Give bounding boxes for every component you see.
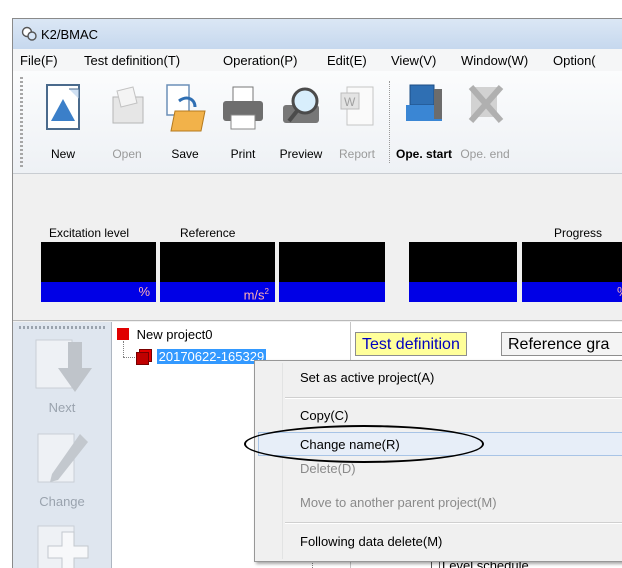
title-bar[interactable]: K2/BMAC (13, 19, 622, 49)
indicator-unit-4 (409, 282, 517, 302)
menu-test-definition[interactable]: Test definition(T) (84, 53, 180, 68)
test-file-icon (136, 349, 152, 365)
menu-item-set-active-project[interactable]: Set as active project(A) (255, 366, 622, 390)
menu-option[interactable]: Option( (553, 53, 596, 68)
change-button[interactable]: Change (19, 430, 105, 509)
indicator-strip: Excitation level Reference Progress % m/… (13, 174, 622, 321)
menu-window[interactable]: Window(W) (461, 53, 528, 68)
tree-child-label: 20170622-165329 (156, 349, 267, 364)
indicator-display-3 (279, 242, 385, 282)
menu-item-move-to-parent[interactable]: Move to another parent project(M) (255, 491, 622, 515)
window-title: K2/BMAC (41, 27, 99, 42)
next-label: Next (48, 400, 76, 415)
progress-display (522, 242, 622, 282)
menu-item-following-data-delete[interactable]: Following data delete(M) (255, 530, 622, 554)
tab-reference-graph[interactable]: Reference gra (501, 332, 622, 356)
preview-label: Preview (279, 147, 323, 161)
tree-root-node[interactable]: New project0 (117, 327, 213, 342)
preview-button[interactable]: Preview (273, 77, 329, 169)
toolbar-grip[interactable] (20, 77, 23, 167)
next-button[interactable]: Next (19, 336, 105, 415)
save-icon (166, 84, 206, 132)
reference-display (160, 242, 275, 282)
report-label: Report (338, 147, 376, 161)
menu-view[interactable]: View(V) (391, 53, 436, 68)
tree-connector-h (123, 357, 135, 358)
save-label: Save (171, 147, 199, 161)
operation-start-label: Ope. start (396, 147, 453, 161)
pencil-icon (37, 433, 88, 483)
operation-start-button[interactable]: Ope. start (396, 77, 452, 169)
open-button[interactable]: Open (99, 77, 155, 169)
report-icon: W (340, 86, 374, 126)
tree-child-node[interactable]: 20170622-165329 (136, 349, 267, 365)
excitation-level-display (41, 242, 156, 282)
menu-file[interactable]: File(F) (20, 53, 58, 68)
save-button[interactable]: Save (157, 77, 213, 169)
side-panel: Next Change (13, 322, 112, 568)
indicator-display-4 (409, 242, 517, 282)
progress-label: Progress (554, 226, 603, 240)
indicator-unit-3 (279, 282, 385, 302)
menu-bar: File(F) Test definition(T) Operation(P) … (13, 49, 622, 72)
tree-root-label: New project0 (136, 327, 213, 342)
reference-unit: m/s2 (160, 282, 275, 302)
next-arrow-icon (35, 339, 92, 392)
tab-test-definition[interactable]: Test definition (355, 332, 467, 356)
progress-unit: % (522, 282, 622, 302)
open-label: Open (112, 147, 142, 161)
operation-start-icon (406, 84, 442, 121)
new-icon (46, 84, 80, 130)
context-menu-separator (285, 397, 622, 399)
print-icon (223, 86, 263, 130)
open-icon (112, 86, 144, 124)
report-button[interactable]: W Report (329, 77, 385, 169)
menu-item-copy[interactable]: Copy(C) (255, 404, 622, 428)
excitation-level-unit: % (41, 282, 156, 302)
add-button[interactable] (19, 522, 105, 568)
excitation-level-label: Excitation level (49, 226, 130, 240)
context-menu: Set as active project(A) Copy(C) Change … (254, 360, 622, 562)
preview-icon (283, 87, 319, 123)
operation-end-button[interactable]: Ope. end (457, 77, 513, 169)
highlight-ellipse (244, 425, 484, 463)
menu-edit[interactable]: Edit(E) (327, 53, 367, 68)
tree-connector (123, 341, 124, 357)
new-label: New (50, 147, 75, 161)
plus-icon (37, 525, 89, 568)
menu-operation[interactable]: Operation(P) (223, 53, 297, 68)
reference-label: Reference (180, 226, 236, 240)
print-button[interactable]: Print (215, 77, 271, 169)
print-label: Print (230, 147, 256, 161)
new-button[interactable]: New (35, 77, 91, 169)
operation-end-label: Ope. end (460, 147, 510, 161)
app-icon (21, 26, 37, 41)
project-folder-icon (117, 328, 129, 340)
svg-text:W: W (344, 95, 356, 109)
operation-end-icon (468, 85, 504, 123)
toolbar-separator (389, 81, 391, 163)
side-panel-grip[interactable] (19, 326, 105, 329)
change-label: Change (39, 494, 85, 509)
toolbar: New Open Save Print Preview W Report Ope… (13, 71, 622, 174)
context-menu-separator (285, 522, 622, 524)
